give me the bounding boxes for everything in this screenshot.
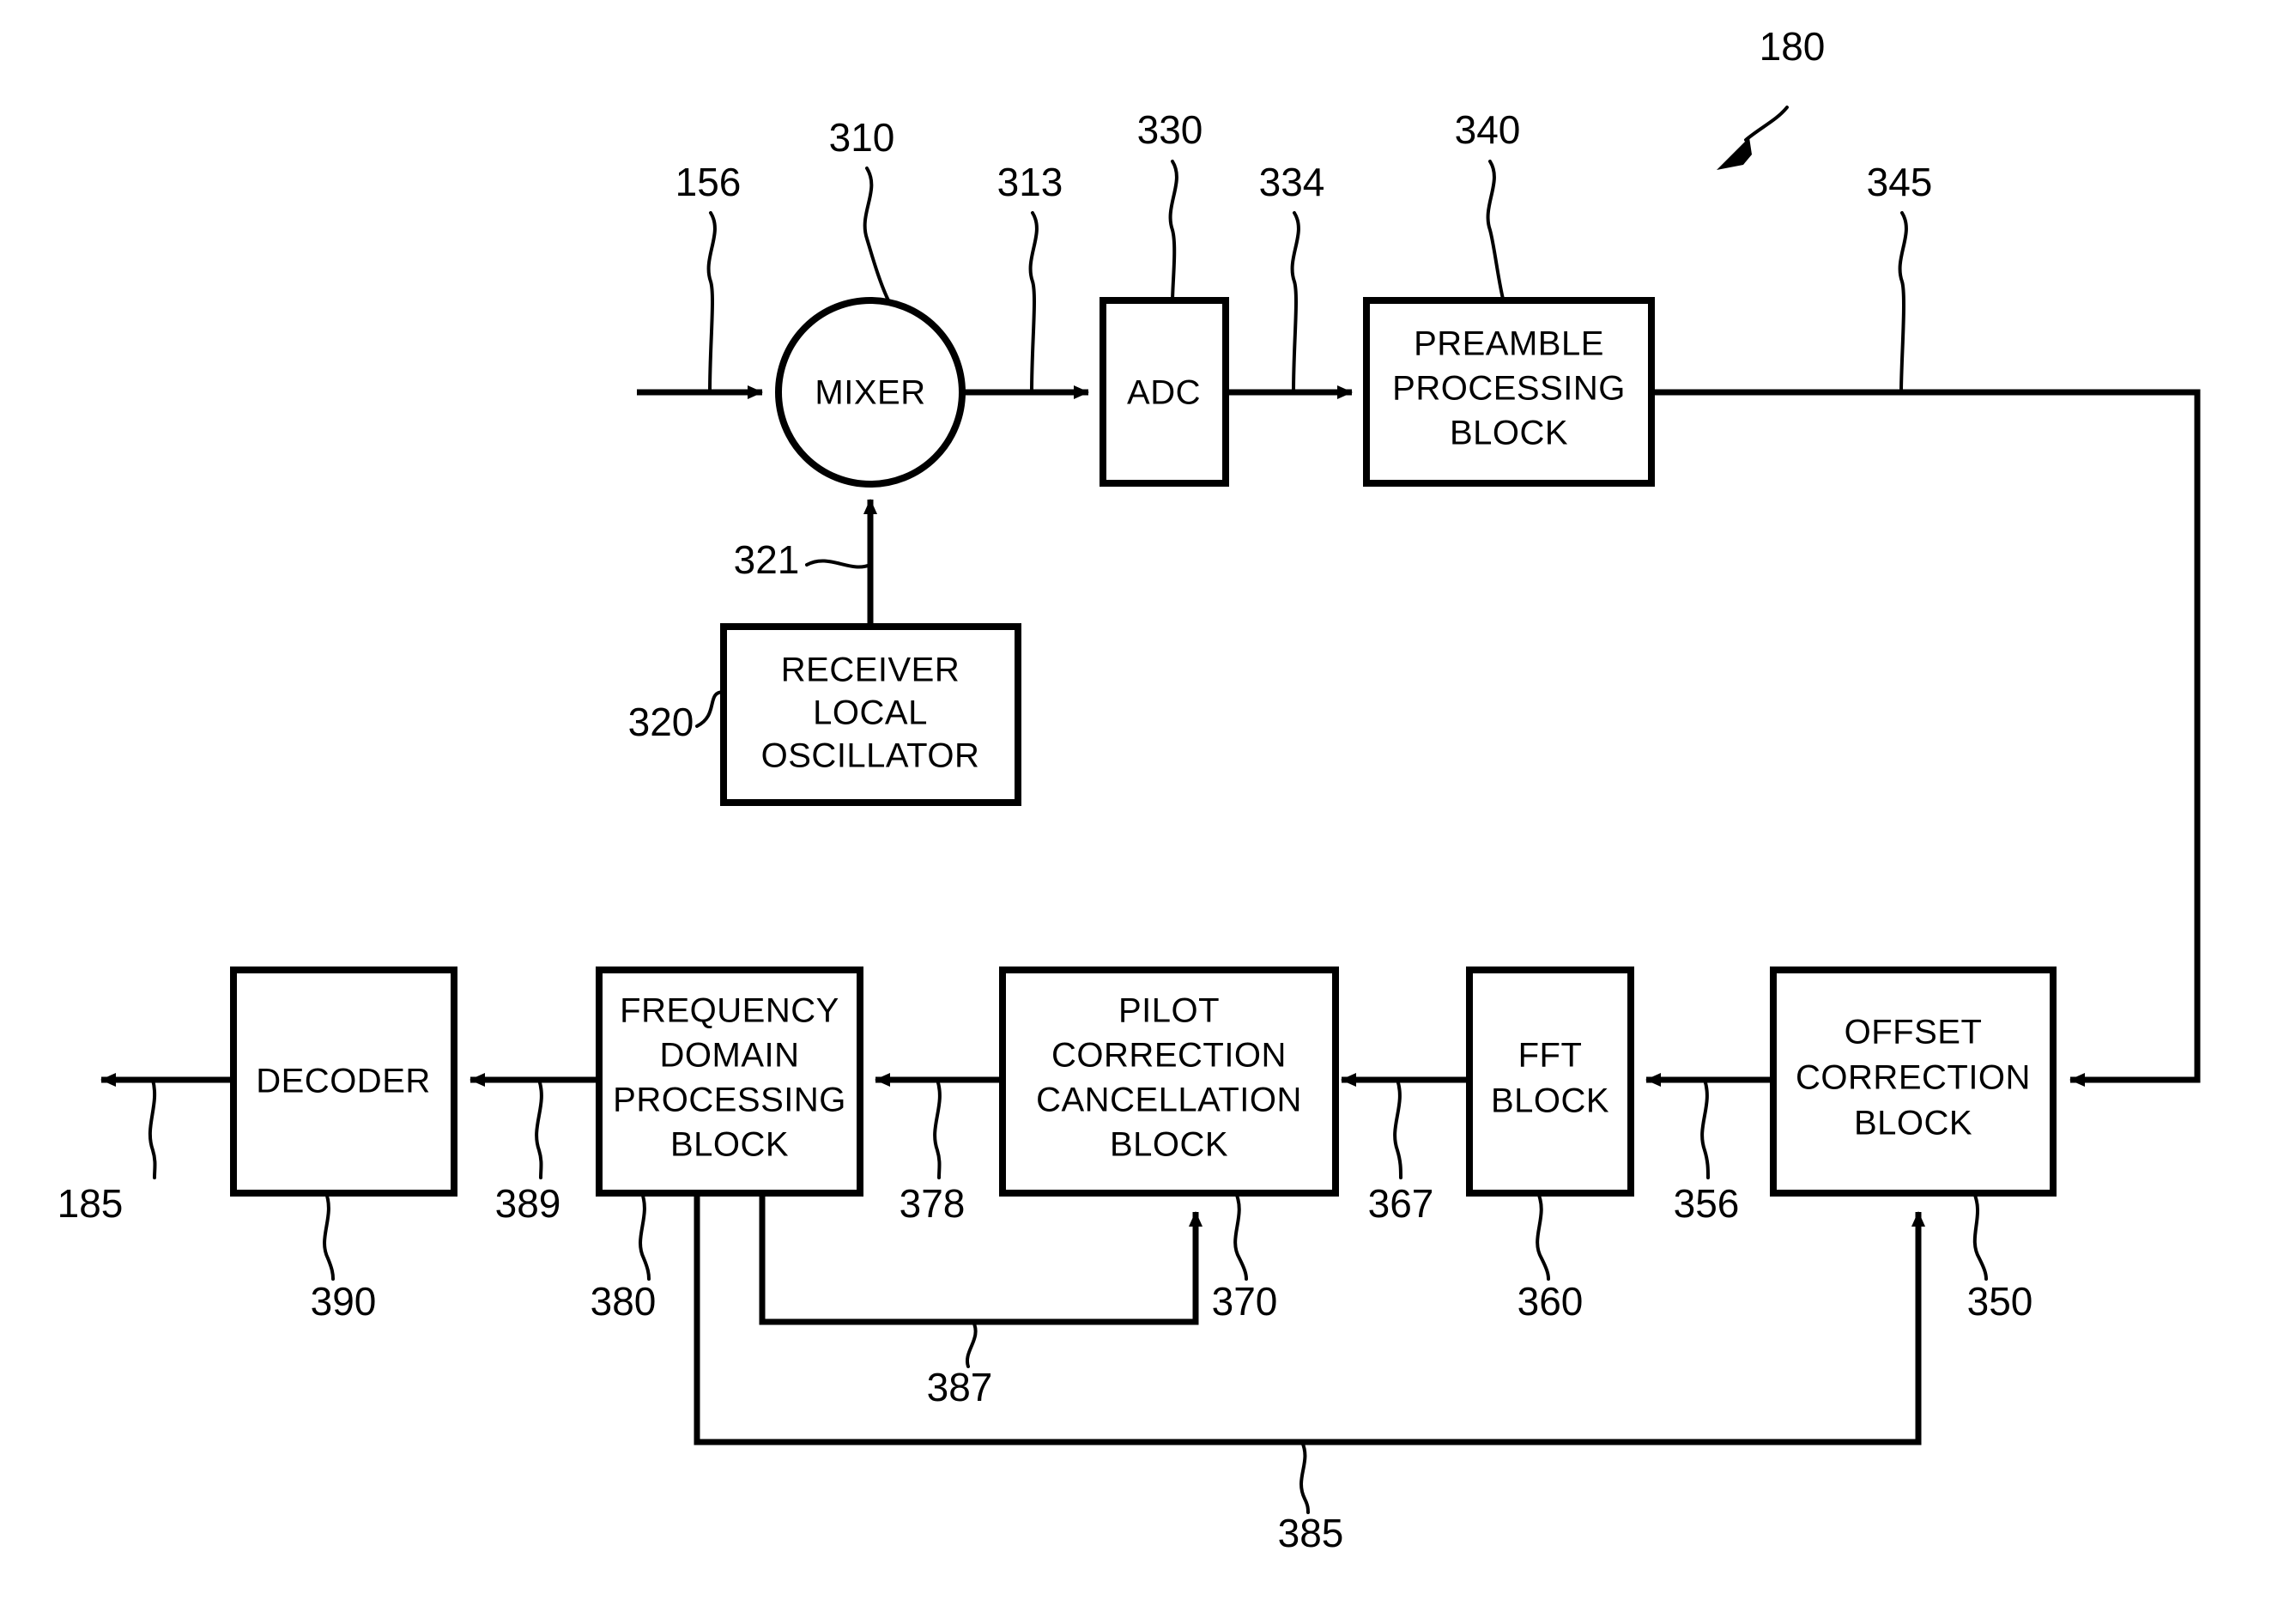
block-offset-correction[interactable]: OFFSET CORRECTION BLOCK [1770,967,2057,1197]
ref-360-text: 360 [1518,1279,1584,1324]
ref-370-text: 370 [1212,1279,1278,1324]
ref-313-text: 313 [997,160,1063,204]
ref-313: 313 [997,160,1063,394]
ref-380: 380 [591,1191,657,1324]
wire-feedback-385 [694,1193,1925,1445]
ref-340-text: 340 [1455,107,1521,152]
block-preamble-label-line3: BLOCK [1450,415,1568,452]
block-mixer-label: MIXER [815,374,925,412]
block-pilot-correction-cancellation[interactable]: PILOT CORRECTION CANCELLATION BLOCK [999,967,1339,1197]
block-freqdom-label-line2: DOMAIN [660,1037,800,1075]
block-fft[interactable]: FFT BLOCK [1466,967,1634,1197]
block-receiver-local-oscillator[interactable]: RECEIVER LOCAL OSCILLATOR [720,623,1021,806]
wire-feedback-387 [759,1193,1203,1325]
ref-figure-180: 180 [1717,24,1825,170]
block-pilot-label-line4: BLOCK [1110,1126,1228,1164]
ref-360: 360 [1518,1191,1584,1324]
ref-345: 345 [1867,160,1933,394]
ref-380-text: 380 [591,1279,657,1324]
block-freqdom-label-line1: FREQUENCY [620,992,839,1030]
ref-180-text: 180 [1760,24,1826,69]
ref-385: 385 [1278,1440,1344,1555]
block-frequency-domain-processing[interactable]: FREQUENCY DOMAIN PROCESSING BLOCK [596,967,863,1197]
ref-310: 310 [829,115,895,304]
block-pilot-label-line3: CANCELLATION [1036,1082,1302,1119]
ref-185-text: 185 [58,1181,124,1226]
block-freqdom-label-line3: PROCESSING [613,1082,846,1119]
ref-156: 156 [675,160,742,394]
ref-156-text: 156 [675,160,742,204]
ref-334-text: 334 [1259,160,1325,204]
ref-321: 321 [734,537,872,582]
ref-389: 389 [495,1078,561,1226]
ref-387-text: 387 [927,1365,993,1409]
block-rlo-label-line1: RECEIVER [781,651,960,689]
ref-356-text: 356 [1674,1181,1740,1226]
block-decoder-label: DECODER [256,1063,431,1100]
block-rlo-label-line3: OSCILLATOR [761,737,980,775]
block-mixer[interactable]: MIXER [775,297,966,488]
block-decoder[interactable]: DECODER [230,967,457,1197]
ref-320-text: 320 [628,700,694,744]
ref-320: 320 [628,690,725,744]
ref-334: 334 [1259,160,1325,394]
ref-385-text: 385 [1278,1511,1344,1555]
ref-185: 185 [58,1078,157,1226]
ref-367: 367 [1368,1078,1434,1226]
block-offset-label-line1: OFFSET [1845,1014,1983,1051]
block-freqdom-label-line4: BLOCK [670,1126,789,1164]
block-preamble-label-line1: PREAMBLE [1414,325,1604,363]
ref-340: 340 [1455,107,1521,304]
block-pilot-label-line2: CORRECTION [1051,1037,1287,1075]
ref-390-text: 390 [311,1279,377,1324]
block-preamble-label-line2: PROCESSING [1392,370,1626,408]
ref-390: 390 [311,1191,377,1324]
ref-387: 387 [927,1320,993,1409]
block-preamble-processing[interactable]: PREAMBLE PROCESSING BLOCK [1363,297,1655,487]
block-offset-label-line3: BLOCK [1854,1105,1972,1142]
ref-321-text: 321 [734,537,800,582]
ref-356: 356 [1674,1078,1740,1226]
block-pilot-label-line1: PILOT [1118,992,1220,1030]
block-adc-label: ADC [1127,374,1201,412]
ref-370: 370 [1212,1191,1278,1324]
ref-378-text: 378 [900,1181,966,1226]
block-rlo-label-line2: LOCAL [813,694,928,732]
block-fft-label-line2: BLOCK [1491,1082,1609,1120]
ref-367-text: 367 [1368,1181,1434,1226]
patent-figure-page: MIXER RECEIVER LOCAL OSCILLATOR ADC PREA… [0,0,2296,1618]
block-fft-label-line1: FFT [1518,1037,1583,1075]
ref-330: 330 [1137,107,1203,304]
ref-389-text: 389 [495,1181,561,1226]
block-adc[interactable]: ADC [1100,297,1229,487]
block-diagram: MIXER RECEIVER LOCAL OSCILLATOR ADC PREA… [58,24,2201,1555]
ref-350-text: 350 [1967,1279,2033,1324]
ref-378: 378 [900,1078,966,1226]
ref-330-text: 330 [1137,107,1203,152]
block-offset-label-line2: CORRECTION [1796,1059,2031,1097]
ref-350: 350 [1967,1191,2033,1324]
ref-345-text: 345 [1867,160,1933,204]
ref-310-text: 310 [829,115,895,160]
